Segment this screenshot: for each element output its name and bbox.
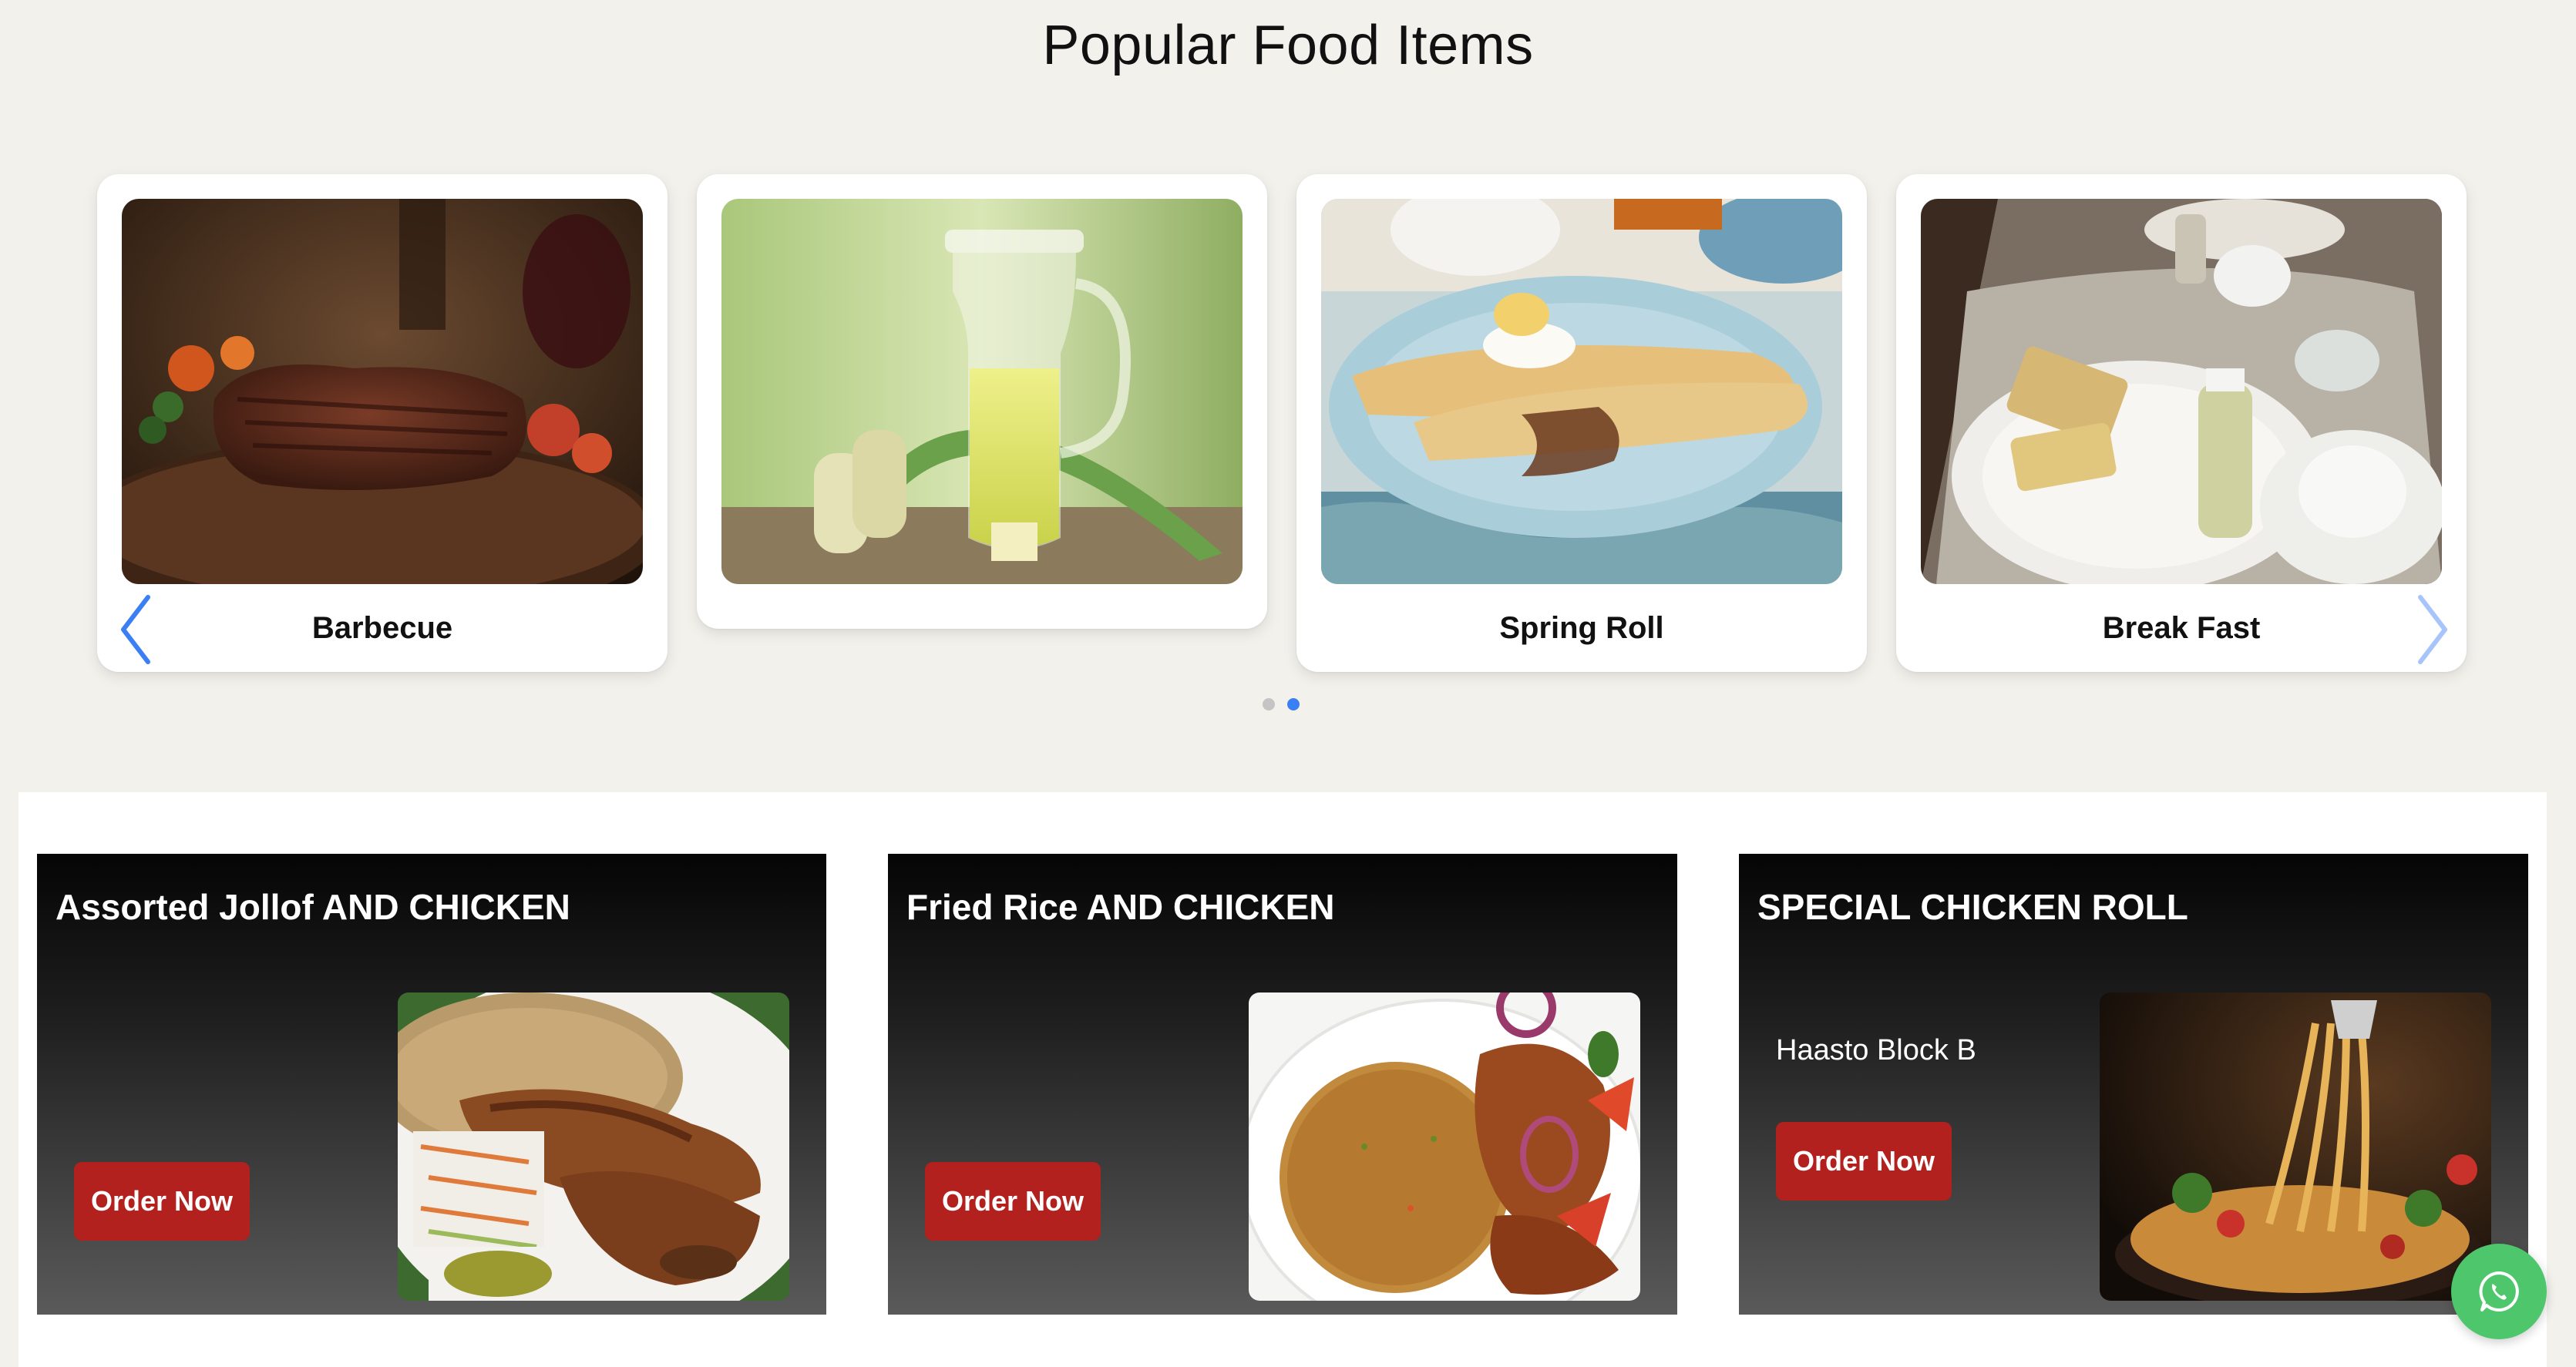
- promo-title: Fried Rice AND CHICKEN: [906, 887, 1335, 927]
- chevron-left-icon: [121, 595, 150, 664]
- promo-card-chicken-roll: SPECIAL CHICKEN ROLL Haasto Block B Orde…: [1739, 854, 2528, 1315]
- whatsapp-icon: [2479, 1271, 2519, 1312]
- carousel-prev-button[interactable]: [113, 587, 159, 672]
- spring-roll-crepe-image: [1321, 199, 1842, 584]
- promo-title: Assorted Jollof AND CHICKEN: [55, 887, 570, 927]
- section-title: Popular Food Items: [1042, 15, 1534, 76]
- fried-rice-chicken-image: [1249, 993, 1640, 1301]
- whatsapp-chat-button[interactable]: [2451, 1244, 2547, 1339]
- sugarcane-juice-image: [721, 199, 1243, 584]
- food-card-barbecue[interactable]: Barbecue: [97, 174, 668, 672]
- chevron-right-icon: [2418, 595, 2447, 664]
- promo-section: Assorted Jollof AND CHICKEN Order Now Fr…: [18, 792, 2547, 1367]
- pagination-dot-active[interactable]: [1287, 698, 1300, 710]
- order-now-button[interactable]: Order Now: [74, 1162, 250, 1241]
- food-card-label: Spring Roll: [1499, 610, 1664, 645]
- food-card-label: Barbecue: [311, 610, 453, 645]
- food-card-juice[interactable]: [697, 174, 1267, 629]
- pagination-dot[interactable]: [1263, 698, 1275, 710]
- promo-location: Haasto Block B: [1776, 1034, 1976, 1066]
- breakfast-tray-image: [1921, 199, 2442, 584]
- jollof-chicken-image: [398, 993, 789, 1301]
- food-card-spring-roll[interactable]: Spring Roll: [1296, 174, 1867, 672]
- carousel-next-button[interactable]: [2410, 587, 2456, 672]
- promo-title: SPECIAL CHICKEN ROLL: [1757, 887, 2188, 927]
- popular-food-carousel: Barbecue Spring Roll Break Fast: [97, 174, 2471, 673]
- food-card-label: Break Fast: [2102, 610, 2261, 645]
- promo-card-jollof: Assorted Jollof AND CHICKEN Order Now: [37, 854, 826, 1315]
- barbecue-steak-image: [122, 199, 643, 584]
- order-now-button[interactable]: Order Now: [1776, 1122, 1952, 1201]
- carousel-pagination: [1263, 698, 1300, 710]
- promo-card-fried-rice: Fried Rice AND CHICKEN Order Now: [888, 854, 1677, 1315]
- food-card-breakfast[interactable]: Break Fast: [1896, 174, 2467, 672]
- order-now-button[interactable]: Order Now: [925, 1162, 1101, 1241]
- spaghetti-image: [2100, 993, 2491, 1301]
- page: Popular Food Items Barbecue Spring Roll …: [0, 0, 2576, 1367]
